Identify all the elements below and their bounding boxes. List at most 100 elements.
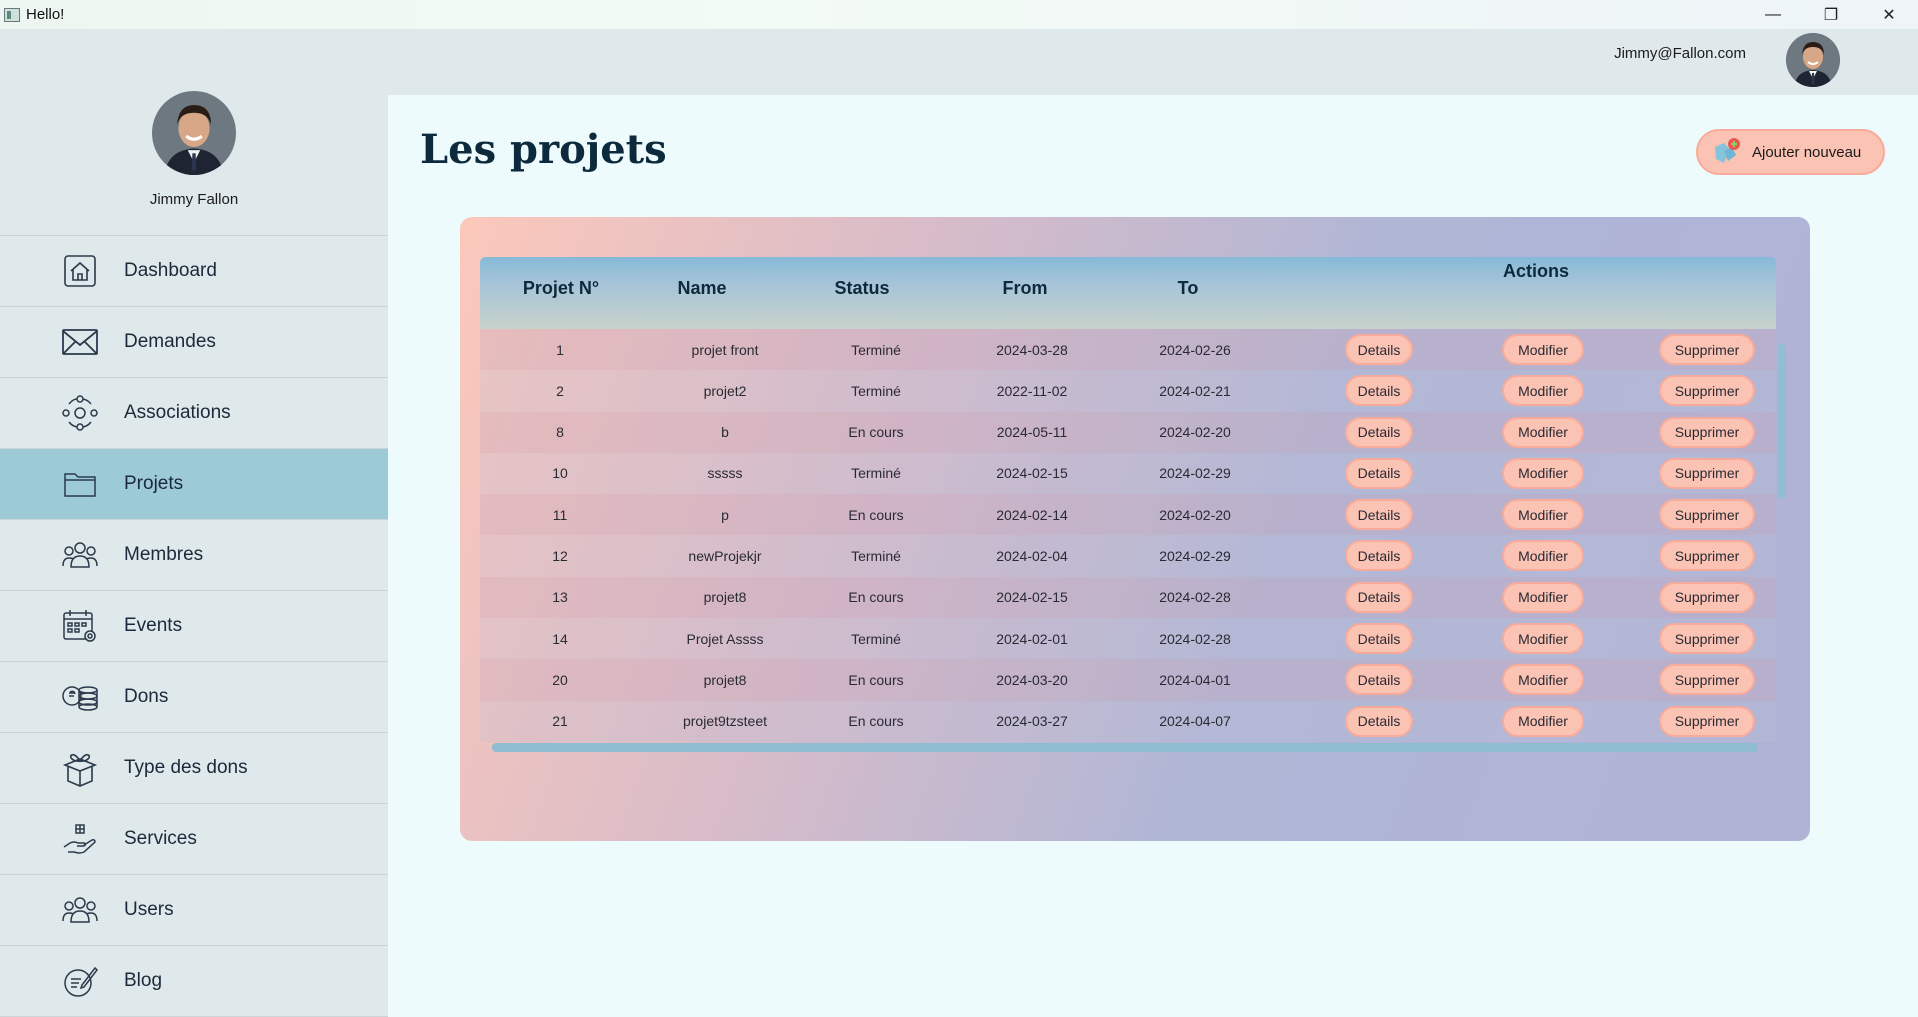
sidebar-item-blog[interactable]: Blog <box>0 946 388 1017</box>
sidebar-item-events[interactable]: Events <box>0 591 388 662</box>
details-button[interactable]: Details <box>1345 499 1413 531</box>
modify-button[interactable]: Modifier <box>1502 664 1584 696</box>
minimize-button[interactable]: — <box>1744 0 1802 29</box>
cell-to: 2024-04-01 <box>1159 671 1231 688</box>
sidebar-item-label: Dashboard <box>124 260 217 281</box>
cell-to: 2024-02-20 <box>1159 506 1231 523</box>
sidebar-item-services[interactable]: Services <box>0 804 388 875</box>
cell-id: 21 <box>552 713 568 730</box>
cell-status: Terminé <box>851 382 901 399</box>
table-row: 1 projet front Terminé 2024-03-28 2024-02-26… <box>480 329 1776 371</box>
table-row: 2 projet2 Terminé 2022-11-02 2024-02-21 Detai… <box>480 370 1776 412</box>
sidebar-item-dons[interactable]: Dons <box>0 662 388 733</box>
sidebar-item-users[interactable]: Users <box>0 875 388 946</box>
modify-button[interactable]: Modifier <box>1502 623 1584 655</box>
vertical-scrollbar[interactable] <box>1778 343 1786 499</box>
delete-button[interactable]: Supprimer <box>1659 375 1755 407</box>
sidebar-item-projets[interactable]: Projets <box>0 449 388 520</box>
sidebar-item-dashboard[interactable]: Dashboard <box>0 236 388 307</box>
cell-status: En cours <box>848 424 904 441</box>
top-header: Jimmy@Fallon.com <box>0 29 1918 95</box>
delete-button[interactable]: Supprimer <box>1659 623 1755 655</box>
table-row: 10 sssss Terminé 2024-02-15 2024-02-29 Detail… <box>480 452 1776 495</box>
modify-button[interactable]: Modifier <box>1502 540 1584 572</box>
details-button[interactable]: Details <box>1345 416 1413 448</box>
cell-from: 2024-02-15 <box>996 589 1068 606</box>
coins-icon <box>60 677 100 717</box>
modify-button[interactable]: Modifier <box>1502 375 1584 407</box>
delete-button[interactable]: Supprimer <box>1659 540 1755 572</box>
blog-edit-icon <box>60 961 100 1001</box>
cell-to: 2024-02-29 <box>1159 465 1231 482</box>
cell-name: projet8 <box>703 671 747 688</box>
cell-to: 2024-02-26 <box>1159 341 1231 358</box>
cell-name: projet9tzsteet <box>682 713 768 730</box>
horizontal-scrollbar[interactable] <box>492 743 1758 752</box>
folder-icon <box>60 464 100 504</box>
gift-box-icon <box>60 748 100 788</box>
modify-button[interactable]: Modifier <box>1502 416 1584 448</box>
profile-section: Jimmy Fallon <box>0 91 388 236</box>
sidebar-item-label: Projets <box>124 473 184 494</box>
cell-name: sssss <box>707 465 743 482</box>
table-row: 12 newProjekjr Terminé 2024-02-04 2024-02-29… <box>480 535 1776 577</box>
delete-button[interactable]: Supprimer <box>1659 499 1755 531</box>
modify-button[interactable]: Modifier <box>1502 581 1584 613</box>
cell-name: p <box>721 506 729 523</box>
delete-button[interactable]: Supprimer <box>1659 334 1755 365</box>
details-button[interactable]: Details <box>1345 664 1413 696</box>
add-project-icon <box>1712 137 1742 167</box>
cell-status: Terminé <box>851 547 901 564</box>
cell-id: 12 <box>552 547 568 564</box>
restore-button[interactable]: ❐ <box>1802 0 1860 29</box>
column-header-id: Projet N° <box>522 278 600 298</box>
cell-status: En cours <box>848 506 904 523</box>
delete-button[interactable]: Supprimer <box>1659 581 1755 613</box>
close-button[interactable]: ✕ <box>1860 0 1918 29</box>
modify-button[interactable]: Modifier <box>1502 334 1584 365</box>
add-new-button[interactable]: Ajouter nouveau <box>1696 129 1885 175</box>
delete-button[interactable]: Supprimer <box>1659 457 1755 489</box>
details-button[interactable]: Details <box>1345 705 1413 737</box>
cell-id: 11 <box>552 506 568 523</box>
sidebar-item-demandes[interactable]: Demandes <box>0 307 388 378</box>
modify-button[interactable]: Modifier <box>1502 457 1584 489</box>
cell-name: projet front <box>691 341 759 358</box>
window-title: Hello! <box>26 6 65 23</box>
sidebar-item-type-des-dons[interactable]: Type des dons <box>0 733 388 804</box>
cell-name: Projet Assss <box>686 630 764 647</box>
cell-status: Terminé <box>851 630 901 647</box>
cell-to: 2024-04-07 <box>1159 713 1231 730</box>
sidebar-item-associations[interactable]: Associations <box>0 378 388 449</box>
table-row: 11 p En cours 2024-02-14 2024-02-20 Details Mo… <box>480 494 1776 536</box>
table-row: 13 projet8 En cours 2024-02-15 2024-02-28 Det… <box>480 576 1776 619</box>
cell-to: 2024-02-20 <box>1159 424 1231 441</box>
delete-button[interactable]: Supprimer <box>1659 664 1755 696</box>
header-avatar[interactable] <box>1786 33 1840 87</box>
details-button[interactable]: Details <box>1345 457 1413 489</box>
cell-id: 20 <box>552 671 568 688</box>
cell-status: En cours <box>848 671 904 688</box>
table-row: 20 projet8 En cours 2024-03-20 2024-04-01 Det… <box>480 659 1776 701</box>
details-button[interactable]: Details <box>1345 623 1413 655</box>
sidebar-item-label: Services <box>124 828 197 849</box>
home-icon <box>60 251 100 291</box>
cell-to: 2024-02-28 <box>1159 589 1231 606</box>
details-button[interactable]: Details <box>1345 375 1413 407</box>
details-button[interactable]: Details <box>1345 581 1413 613</box>
cell-from: 2024-02-04 <box>996 547 1068 564</box>
details-button[interactable]: Details <box>1345 540 1413 572</box>
delete-button[interactable]: Supprimer <box>1659 416 1755 448</box>
envelope-icon <box>60 322 100 362</box>
cell-status: Terminé <box>851 465 901 482</box>
cell-id: 8 <box>556 424 564 441</box>
cell-from: 2024-03-27 <box>996 713 1068 730</box>
column-header-actions: Actions <box>1502 261 1569 281</box>
sidebar-item-label: Blog <box>124 970 163 991</box>
modify-button[interactable]: Modifier <box>1502 705 1584 737</box>
cell-name: newProjekjr <box>688 547 762 564</box>
sidebar-item-membres[interactable]: Membres <box>0 520 388 591</box>
details-button[interactable]: Details <box>1345 334 1413 365</box>
modify-button[interactable]: Modifier <box>1502 499 1584 531</box>
delete-button[interactable]: Supprimer <box>1659 705 1755 737</box>
